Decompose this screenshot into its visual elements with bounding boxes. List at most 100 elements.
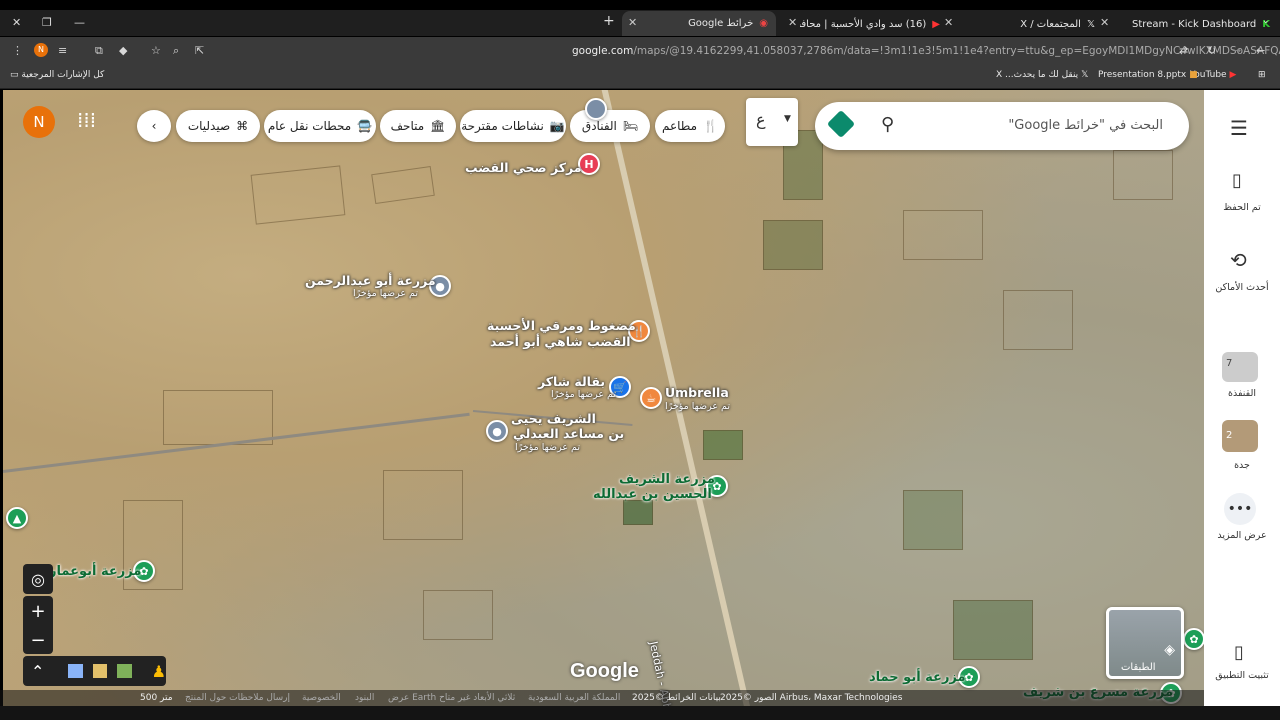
chip-activities[interactable]: 📷 نشاطات مقترحة [460, 110, 566, 142]
label-umbrella[interactable]: Umbrella [665, 385, 729, 400]
label-farm-hussein-2[interactable]: الحسين بن عبدالله [593, 487, 712, 502]
my-location-button[interactable]: ◎ [23, 564, 53, 594]
chip-hotels[interactable]: 🛏 الفنادق [570, 110, 650, 142]
search-input[interactable]: البحث في "خرائط Google" [1008, 118, 1163, 133]
new-tab-button[interactable]: + [603, 13, 615, 29]
bookmark-star-icon[interactable]: ☆ [151, 44, 161, 57]
park-pin-icon[interactable]: ▲ [6, 507, 28, 529]
map-type-bar[interactable]: ⌃ ♟ [23, 656, 166, 686]
recent-place-label[interactable]: القنفذة [1204, 388, 1280, 399]
apps-grid-icon[interactable]: ⁞⁞⁞ [77, 108, 96, 132]
search-box[interactable]: البحث في "خرائط Google" ⚲ [815, 102, 1189, 150]
back-icon[interactable]: ← [1256, 44, 1265, 57]
menu-dots-icon[interactable]: ⋮ [12, 44, 23, 57]
tab-close-icon[interactable]: ✕ [628, 16, 637, 29]
label-farm-abdulrahman[interactable]: مزرعة أبو عبدالرحمن [305, 273, 436, 288]
chip-transit[interactable]: 🚍 محطات نقل عام [264, 110, 376, 142]
field-plot [1113, 150, 1173, 200]
tab-youtube[interactable]: ▶ (16) سد وادي الأحسبة | محافظة [800, 13, 940, 35]
zoom-icon[interactable]: ⌕ [173, 44, 179, 58]
tab-google-maps[interactable]: ◉ خرائط Google [622, 11, 776, 36]
more-dots-icon[interactable]: ••• [1224, 493, 1256, 525]
label-farm-hamad[interactable]: مزرعة أبو حماد [869, 670, 966, 685]
pegman-icon[interactable]: ♟ [152, 662, 166, 681]
layers-button[interactable]: ◈ الطبقات [1106, 607, 1184, 679]
restore-window-icon[interactable]: ❐ [42, 16, 52, 29]
chip-restaurants[interactable]: 🍴 مطاعم [655, 110, 725, 142]
phone-icon[interactable]: ▯ [1234, 642, 1244, 663]
bookmark-all[interactable]: كل الإشارات المرجعية ▭ [10, 70, 104, 80]
show-more-label[interactable]: عرض المزيد [1204, 530, 1280, 541]
bookmark-x[interactable]: 𝕏 ينقل لك ما يحدث... X [996, 70, 1088, 80]
expand-up-icon[interactable]: ⌃ [31, 662, 44, 681]
chips-next-button[interactable]: › [137, 110, 171, 142]
tab-close-icon[interactable]: ✕ [1100, 16, 1109, 29]
label-sharif-yahya-2[interactable]: بن مساعد العبدلي [513, 426, 624, 441]
forward-icon[interactable]: → [1232, 44, 1241, 57]
site-settings-icon[interactable]: ⇄ [1179, 44, 1188, 57]
satellite-thumb[interactable] [117, 664, 132, 678]
scale-label[interactable]: 500 متر [140, 693, 173, 703]
privacy-link[interactable]: الخصوصية [302, 693, 341, 703]
extensions-icon[interactable]: ⧉ [95, 44, 103, 58]
label-press-2[interactable]: القضب شاهي أبو أحمد [490, 334, 631, 349]
pin-icon[interactable]: ◆ [119, 44, 127, 57]
label-health-center[interactable]: مركز صحي القضب [465, 160, 582, 175]
recent-places-label[interactable]: أحدث الأماكن [1204, 282, 1280, 293]
recent-label: تم عرضها مؤخرًا [353, 288, 419, 299]
recent-place-label[interactable]: جدة [1204, 460, 1280, 471]
field-plot [903, 490, 963, 550]
feedback-link[interactable]: إرسال ملاحظات حول المنتج [185, 693, 290, 703]
tab-close-icon[interactable]: ✕ [944, 16, 953, 29]
place-pin-icon[interactable]: ● [486, 420, 508, 442]
maps-favicon-icon: ◉ [759, 18, 768, 29]
field-plot [383, 470, 463, 540]
profile-avatar[interactable]: N [34, 43, 48, 57]
language-switcher[interactable]: ع ▼ [746, 98, 798, 146]
address-bar[interactable]: google.com/maps/@19.4162299,41.058037,27… [572, 45, 1280, 57]
search-icon[interactable]: ⚲ [881, 114, 894, 135]
tab-kick[interactable]: K Stream - Kick Dashboard [1110, 13, 1270, 35]
install-app-label[interactable]: تثبيت التطبيق [1204, 670, 1280, 681]
earth-link[interactable]: عرض Earth ثلاثي الأبعاد غير متاح [388, 693, 515, 703]
terrain-thumb[interactable] [92, 664, 108, 678]
apps-grid-icon[interactable]: ⊞ [1258, 70, 1266, 80]
minimize-window-icon[interactable]: — [74, 16, 85, 29]
label-farm-hussein[interactable]: مزرعة الشريف [619, 472, 715, 487]
saved-label[interactable]: تم الحفظ [1204, 202, 1280, 213]
reading-list-icon[interactable]: ≡ [58, 44, 67, 57]
account-avatar[interactable]: N [23, 106, 55, 138]
bookmark-icon[interactable]: ▯ [1232, 170, 1242, 191]
zoom-in-button[interactable]: + [23, 596, 53, 626]
map-thumb[interactable] [68, 664, 83, 678]
cafe-pin-icon[interactable]: ☕ [640, 387, 662, 409]
zoom-out-button[interactable]: − [23, 626, 53, 654]
recent-thumb-qunfudhah[interactable]: 7 [1222, 352, 1258, 382]
layers-icon: ◈ [1164, 642, 1175, 658]
terms-link[interactable]: البنود [355, 693, 374, 703]
label-grocery[interactable]: بقالة شاكر [538, 374, 605, 389]
history-icon[interactable]: ⟲ [1230, 248, 1247, 272]
hamburger-menu-icon[interactable]: ☰ [1230, 116, 1248, 140]
google-logo: Google [570, 660, 639, 682]
bookmark-pptx[interactable]: ■ Presentation 8.pptx [1098, 70, 1198, 80]
tab-search-icon[interactable]: ⌄ [1262, 16, 1270, 26]
label-farm-left[interactable]: مزرعة أبوعمار [49, 564, 141, 579]
chip-pharmacies[interactable]: ⌘ صيدليات [176, 110, 260, 142]
place-pin-icon[interactable] [585, 98, 607, 120]
chip-label: متاحف [390, 119, 425, 133]
label-press[interactable]: مضغوط ومرقي الأحسبة [487, 318, 636, 333]
satellite-map[interactable]: البحث في "خرائط Google" ⚲ ع ▼ 🍴 مطاعم 🛏 ال… [3, 90, 1204, 706]
tab-x[interactable]: 𝕏 المجتمعات / X [955, 13, 1095, 35]
tab-close-icon[interactable]: ✕ [788, 16, 797, 29]
share-icon[interactable]: ⇱ [195, 44, 204, 57]
country-label: المملكة العربية السعودية [528, 693, 621, 703]
close-window-icon[interactable]: ✕ [12, 16, 21, 29]
label-sharif-yahya[interactable]: الشريف يحيى [511, 411, 596, 426]
recent-thumb-jeddah[interactable]: 2 [1222, 420, 1258, 452]
chip-museums[interactable]: 🏛 متاحف [380, 110, 456, 142]
farm-pin-icon[interactable]: ✿ [1183, 628, 1204, 650]
dropdown-arrow-icon: ▼ [784, 114, 791, 124]
reload-icon[interactable]: ↻ [1207, 44, 1216, 57]
directions-icon[interactable] [826, 109, 856, 139]
